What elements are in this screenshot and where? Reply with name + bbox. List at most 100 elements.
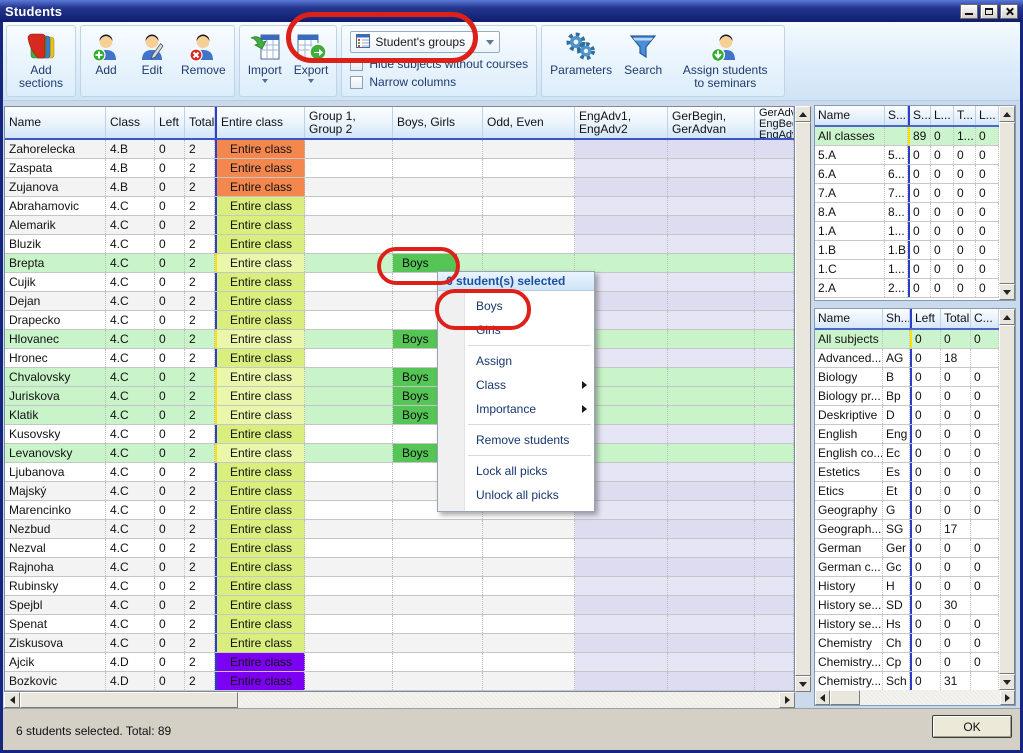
odd-even-cell[interactable] xyxy=(483,520,575,538)
column-header-4[interactable]: Entire class xyxy=(215,107,305,138)
group-cell[interactable] xyxy=(305,254,393,272)
student-row[interactable]: Drapecko4.C02Entire class xyxy=(5,311,794,330)
ok-button[interactable]: OK xyxy=(932,715,1012,738)
column-header-3[interactable]: L... xyxy=(931,106,954,125)
close-button[interactable] xyxy=(1000,4,1018,19)
subject-row[interactable]: Chemistry...Cp000 xyxy=(815,653,1015,672)
engadv-seminar-cell[interactable] xyxy=(575,653,668,671)
gerbegin-seminar-cell[interactable] xyxy=(668,330,755,348)
group-cell[interactable] xyxy=(305,197,393,215)
odd-even-cell[interactable] xyxy=(483,577,575,595)
gerbegin-seminar-cell[interactable] xyxy=(668,406,755,424)
class-row[interactable]: 8.A8...0000 xyxy=(815,203,1015,222)
group-cell[interactable] xyxy=(305,444,393,462)
entire-class-cell[interactable]: Entire class xyxy=(215,197,305,215)
geradv-seminar-cell[interactable] xyxy=(755,292,794,310)
scroll-left-button[interactable] xyxy=(4,692,20,708)
student-row[interactable]: Alemarik4.C02Entire class xyxy=(5,216,794,235)
subject-row[interactable]: Biology pr...Bp000 xyxy=(815,387,1015,406)
engadv-seminar-cell[interactable] xyxy=(575,178,668,196)
engadv-seminar-cell[interactable] xyxy=(575,216,668,234)
group-cell[interactable] xyxy=(305,501,393,519)
student-row[interactable]: Ljubanova4.C02Entire class xyxy=(5,463,794,482)
group-cell[interactable] xyxy=(305,482,393,500)
gerbegin-seminar-cell[interactable] xyxy=(668,311,755,329)
student-row[interactable]: Juriskova4.C02Entire classBoys xyxy=(5,387,794,406)
student-row[interactable]: Hronec4.C02Entire class xyxy=(5,349,794,368)
gerbegin-seminar-cell[interactable] xyxy=(668,615,755,633)
student-row[interactable]: Majský4.C02Entire class xyxy=(5,482,794,501)
student-row[interactable]: Cujik4.C02Entire class xyxy=(5,273,794,292)
gerbegin-seminar-cell[interactable] xyxy=(668,197,755,215)
boys-girls-cell[interactable] xyxy=(393,178,483,196)
entire-class-cell[interactable]: Entire class xyxy=(215,159,305,177)
geradv-seminar-cell[interactable] xyxy=(755,634,794,652)
student-row[interactable]: Dejan4.C02Entire class xyxy=(5,292,794,311)
subject-row[interactable]: Advanced...AG018 xyxy=(815,349,1015,368)
gerbegin-seminar-cell[interactable] xyxy=(668,425,755,443)
geradv-seminar-cell[interactable] xyxy=(755,159,794,177)
engadv-seminar-cell[interactable] xyxy=(575,235,668,253)
boys-girls-cell[interactable] xyxy=(393,653,483,671)
geradv-seminar-cell[interactable] xyxy=(755,178,794,196)
student-row[interactable]: Spejbl4.C02Entire class xyxy=(5,596,794,615)
subject-row[interactable]: German c...Gc000 xyxy=(815,558,1015,577)
engadv-seminar-cell[interactable] xyxy=(575,672,668,690)
column-header-2[interactable]: Left xyxy=(155,107,185,138)
engadv-seminar-cell[interactable] xyxy=(575,634,668,652)
menu-item-class[interactable]: Class xyxy=(438,373,594,397)
entire-class-cell[interactable]: Entire class xyxy=(215,311,305,329)
gerbegin-seminar-cell[interactable] xyxy=(668,577,755,595)
odd-even-cell[interactable] xyxy=(483,178,575,196)
gerbegin-seminar-cell[interactable] xyxy=(668,254,755,272)
geradv-seminar-cell[interactable] xyxy=(755,482,794,500)
entire-class-cell[interactable]: Entire class xyxy=(215,672,305,690)
student-row[interactable]: Bozkovic4.D02Entire class xyxy=(5,672,794,691)
scroll-up-button[interactable] xyxy=(795,106,811,122)
group-cell[interactable] xyxy=(305,558,393,576)
subject-row[interactable]: History se...Hs000 xyxy=(815,615,1015,634)
boys-girls-cell[interactable] xyxy=(393,577,483,595)
column-header-10[interactable]: GerAdv EngBeg EngAdv xyxy=(755,107,794,138)
entire-class-cell[interactable]: Entire class xyxy=(215,520,305,538)
engadv-seminar-cell[interactable] xyxy=(575,596,668,614)
gerbegin-seminar-cell[interactable] xyxy=(668,444,755,462)
geradv-seminar-cell[interactable] xyxy=(755,653,794,671)
entire-class-cell[interactable]: Entire class xyxy=(215,292,305,310)
engadv-seminar-cell[interactable] xyxy=(575,159,668,177)
student-row[interactable]: Nezbud4.C02Entire class xyxy=(5,520,794,539)
boys-girls-cell[interactable] xyxy=(393,520,483,538)
narrow-columns-checkbox-box[interactable] xyxy=(350,76,363,89)
entire-class-cell[interactable]: Entire class xyxy=(215,482,305,500)
gerbegin-seminar-cell[interactable] xyxy=(668,292,755,310)
subject-row[interactable]: Chemistry...Sch031 xyxy=(815,672,1015,691)
boys-girls-cell[interactable] xyxy=(393,558,483,576)
group-cell[interactable] xyxy=(305,368,393,386)
gerbegin-seminar-cell[interactable] xyxy=(668,463,755,481)
add-student-button[interactable]: Add xyxy=(84,28,128,94)
geradv-seminar-cell[interactable] xyxy=(755,197,794,215)
entire-class-cell[interactable]: Entire class xyxy=(215,596,305,614)
column-header-6[interactable]: Boys, Girls xyxy=(393,107,483,138)
engadv-seminar-cell[interactable] xyxy=(575,140,668,158)
geradv-seminar-cell[interactable] xyxy=(755,368,794,386)
boys-girls-cell[interactable] xyxy=(393,672,483,690)
class-row[interactable]: 6.A6...0000 xyxy=(815,165,1015,184)
group-cell[interactable] xyxy=(305,672,393,690)
export-button[interactable]: Export xyxy=(289,28,334,94)
group-cell[interactable] xyxy=(305,330,393,348)
group-cell[interactable] xyxy=(305,159,393,177)
column-header-4[interactable]: C... xyxy=(971,309,999,328)
gerbegin-seminar-cell[interactable] xyxy=(668,596,755,614)
geradv-seminar-cell[interactable] xyxy=(755,140,794,158)
group-cell[interactable] xyxy=(305,463,393,481)
scroll-right-button[interactable] xyxy=(1000,690,1015,705)
subjects-hscrollbar-thumb[interactable] xyxy=(830,690,860,705)
geradv-seminar-cell[interactable] xyxy=(755,672,794,690)
column-header-1[interactable]: S... xyxy=(885,106,908,125)
student-row[interactable]: Rubinsky4.C02Entire class xyxy=(5,577,794,596)
column-header-5[interactable]: L... xyxy=(976,106,999,125)
main-vscrollbar-thumb[interactable] xyxy=(795,122,811,676)
import-dropdown-arrow-icon[interactable] xyxy=(262,79,268,83)
odd-even-cell[interactable] xyxy=(483,235,575,253)
